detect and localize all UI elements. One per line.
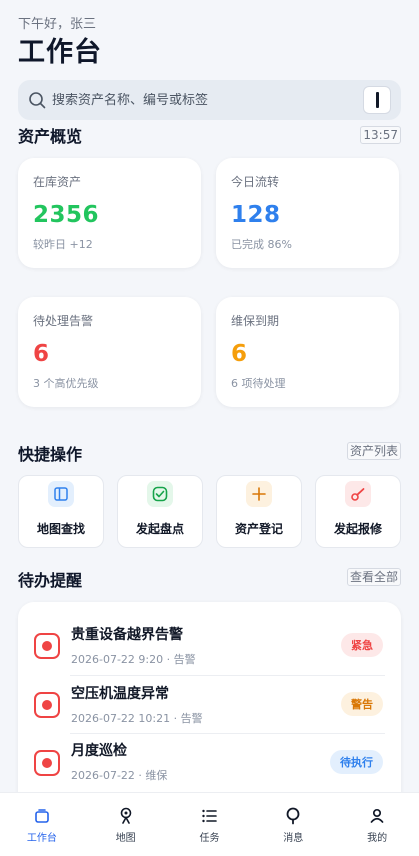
status-badge: 待执行: [330, 750, 383, 774]
todo-item[interactable]: 空压机温度异常 2026-07-22 10:21 · 告警 警告: [18, 676, 401, 734]
todo-item[interactable]: 贵重设备越界告警 2026-07-22 9:20 · 告警 紧急: [18, 618, 401, 676]
action-report-repair[interactable]: 发起报修: [315, 475, 401, 548]
search-icon: [29, 92, 46, 109]
page-title: 工作台: [18, 37, 102, 68]
wrench-icon: [345, 481, 371, 507]
tab-label: 地图: [115, 833, 136, 844]
tab-label: 任务: [199, 833, 220, 844]
stat-value: 6: [33, 341, 50, 367]
stat-card-in-stock[interactable]: 在库资产 2356 较昨日 +12: [18, 158, 201, 268]
todo-item-meta: 2026-07-22 9:20 · 告警: [71, 653, 196, 666]
asset-list-link[interactable]: 资产列表: [346, 442, 401, 460]
location-pin-icon: [117, 807, 135, 825]
action-label: 地图查找: [36, 522, 85, 536]
home-icon: [33, 807, 51, 825]
stat-label: 待处理告警: [33, 314, 94, 328]
checklist-icon: [147, 481, 173, 507]
action-start-inventory[interactable]: 发起盘点: [117, 475, 203, 548]
header: 下午好，张三 工作台: [18, 16, 401, 71]
tab-label: 消息: [283, 833, 304, 844]
user-icon: [368, 807, 386, 825]
tab-tasks[interactable]: 任务: [168, 793, 252, 856]
message-icon: [284, 807, 302, 825]
todo-item-meta: 2026-07-22 · 维保: [71, 769, 168, 782]
stat-value: 128: [231, 202, 281, 228]
scan-button[interactable]: [363, 86, 391, 114]
quick-actions-title: 快捷操作: [18, 445, 83, 464]
status-badge: 紧急: [341, 633, 383, 657]
map-icon: [48, 481, 74, 507]
alert-icon: [34, 692, 60, 718]
list-icon: [200, 807, 218, 825]
todo-item-title: 空压机温度异常: [71, 686, 169, 702]
action-map-search[interactable]: 地图查找: [18, 475, 104, 548]
tab-map[interactable]: 地图: [84, 793, 168, 856]
scan-icon: [375, 92, 379, 108]
action-label: 资产登记: [234, 522, 283, 536]
greeting-text: 下午好，张三: [18, 17, 97, 32]
stat-sub: 6 项待处理: [231, 377, 286, 390]
stat-sub: 已完成 86%: [231, 238, 292, 251]
tab-messages[interactable]: 消息: [251, 793, 335, 856]
status-badge: 警告: [341, 692, 383, 716]
action-asset-register[interactable]: 资产登记: [216, 475, 302, 548]
stat-card-today-flow[interactable]: 今日流转 128 已完成 86%: [216, 158, 399, 268]
overview-time: 13:57: [360, 126, 401, 144]
stat-label: 今日流转: [231, 175, 280, 189]
todo-item-title: 月度巡检: [71, 743, 127, 759]
bottom-tab-bar: 工作台 地图 任务 消息 我的: [0, 792, 419, 856]
stat-sub: 较昨日 +12: [33, 238, 93, 251]
stat-label: 维保到期: [231, 314, 280, 328]
stat-label: 在库资产: [33, 175, 82, 189]
todo-item[interactable]: 月度巡检 2026-07-22 · 维保 待执行: [18, 734, 401, 792]
stat-card-maintenance-due[interactable]: 维保到期 6 6 项待处理: [216, 297, 399, 407]
alert-icon: [34, 750, 60, 776]
view-all-link[interactable]: 查看全部: [346, 568, 401, 586]
tab-workbench[interactable]: 工作台: [0, 793, 84, 856]
stat-value: 2356: [33, 202, 100, 228]
todo-item-meta: 2026-07-22 10:21 · 告警: [71, 712, 203, 725]
tab-profile[interactable]: 我的: [335, 793, 419, 856]
stat-card-pending-alerts[interactable]: 待处理告警 6 3 个高优先级: [18, 297, 201, 407]
search-bar[interactable]: [18, 80, 401, 120]
action-label: 发起盘点: [135, 522, 184, 536]
stat-value: 6: [231, 341, 248, 367]
action-label: 发起报修: [333, 522, 382, 536]
overview-title: 资产概览: [18, 127, 83, 146]
tab-label: 我的: [367, 833, 388, 844]
plus-icon: [246, 481, 272, 507]
todo-item-title: 贵重设备越界告警: [71, 627, 183, 643]
search-input[interactable]: [52, 92, 363, 108]
tab-label: 工作台: [26, 833, 57, 844]
stat-sub: 3 个高优先级: [33, 377, 99, 390]
todo-title: 待办提醒: [18, 571, 83, 590]
alert-icon: [34, 633, 60, 659]
